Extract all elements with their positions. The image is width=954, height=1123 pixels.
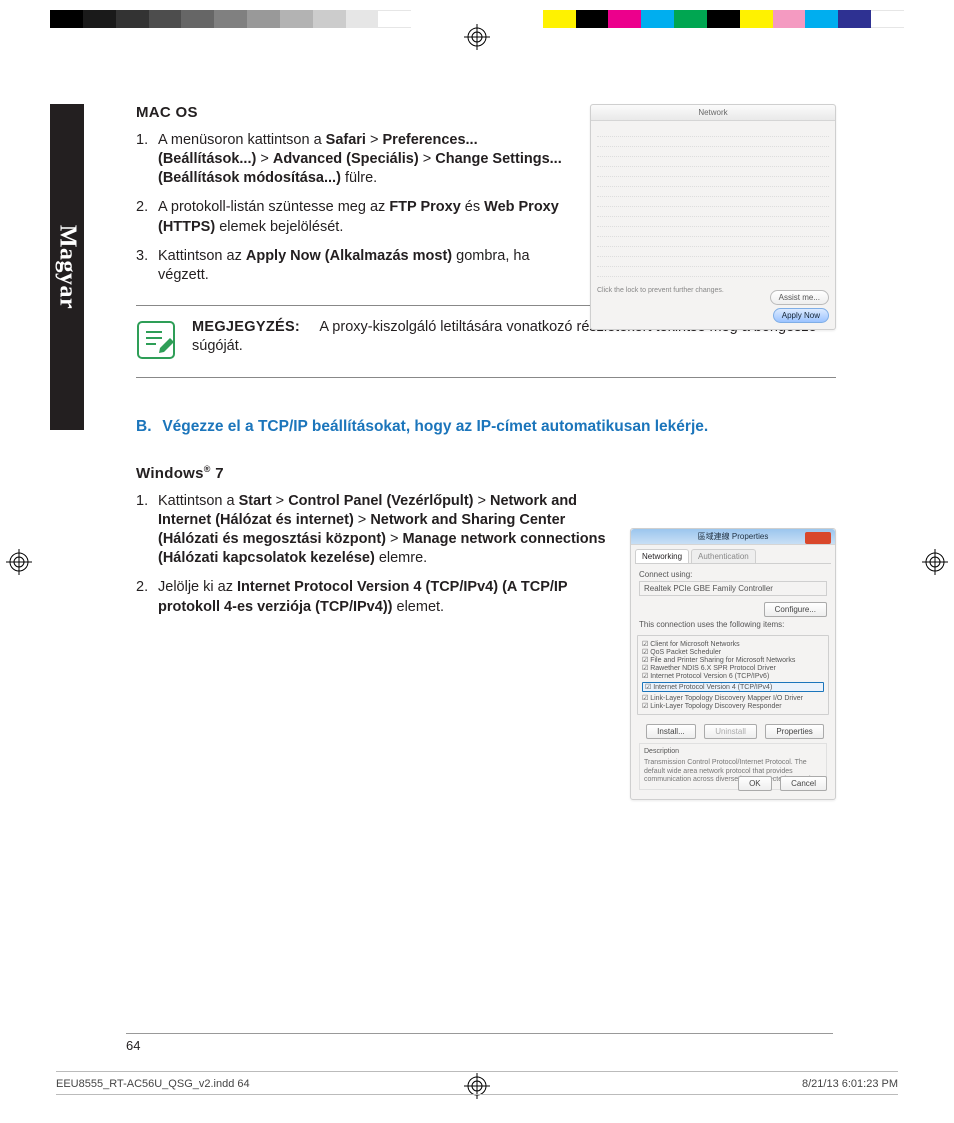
registration-mark-icon bbox=[6, 549, 32, 575]
section-b-text: Végezze el a TCP/IP beállításokat, hogy … bbox=[162, 418, 708, 435]
step-text: A protokoll-listán szüntesse meg az FTP … bbox=[158, 198, 566, 236]
registration-mark-icon bbox=[922, 549, 948, 575]
adapter-field: Realtek PCIe GBE Family Controller bbox=[639, 581, 827, 596]
connection-item[interactable]: ☑ Internet Protocol Version 6 (TCP/IPv6) bbox=[642, 672, 824, 680]
step-number: 1. bbox=[136, 131, 158, 188]
tab-authentication[interactable]: Authentication bbox=[691, 549, 756, 563]
slug-timestamp: 8/21/13 6:01:23 PM bbox=[802, 1072, 898, 1094]
connection-item[interactable]: ☑ Client for Microsoft Networks bbox=[642, 640, 824, 648]
lock-hint: Click the lock to prevent further change… bbox=[597, 287, 724, 294]
windows-heading: Windows® 7 bbox=[136, 464, 836, 482]
connection-item[interactable]: ☑ Link-Layer Topology Discovery Mapper I… bbox=[642, 694, 824, 702]
apply-now-button[interactable]: Apply Now bbox=[773, 308, 829, 323]
close-icon[interactable] bbox=[805, 532, 831, 544]
language-tab: Magyar bbox=[50, 104, 84, 430]
install-button[interactable]: Install... bbox=[646, 724, 696, 739]
language-tab-label: Magyar bbox=[54, 225, 81, 309]
page-number: 64 bbox=[126, 1038, 140, 1053]
uninstall-button[interactable]: Uninstall bbox=[704, 724, 757, 739]
page: Magyar MAC OS 1.A menüsoron kattintson a… bbox=[0, 0, 954, 1123]
step-item: 1.Kattintson a Start > Control Panel (Ve… bbox=[136, 492, 606, 569]
macos-steps: 1.A menüsoron kattintson a Safari > Pref… bbox=[136, 131, 566, 285]
windows-screenshot: 區域連線 Properties Networking Authenticatio… bbox=[630, 528, 836, 800]
section-b-letter: B. bbox=[136, 418, 158, 436]
slug-filename: EEU8555_RT-AC56U_QSG_v2.indd 64 bbox=[56, 1072, 250, 1094]
connection-items-list: ☑ Client for Microsoft Networks☑ QoS Pac… bbox=[637, 635, 829, 715]
connection-item[interactable]: ☑ Link-Layer Topology Discovery Responde… bbox=[642, 702, 824, 710]
note-label: MEGJEGYZÉS: bbox=[192, 319, 300, 335]
assist-button[interactable]: Assist me... bbox=[770, 290, 829, 305]
cancel-button[interactable]: Cancel bbox=[780, 776, 827, 791]
tab-networking[interactable]: Networking bbox=[635, 549, 689, 563]
step-text: A menüsoron kattintson a Safari > Prefer… bbox=[158, 131, 566, 188]
macos-window-title: Network bbox=[591, 105, 835, 121]
step-item: 2.Jelölje ki az Internet Protocol Versio… bbox=[136, 578, 606, 616]
configure-button[interactable]: Configure... bbox=[764, 602, 827, 617]
connection-item[interactable]: ☑ Rawether NDIS 6.X SPR Protocol Driver bbox=[642, 664, 824, 672]
registration-mark-icon bbox=[464, 24, 490, 50]
step-text: Kattintson az Apply Now (Alkalmazás most… bbox=[158, 247, 566, 285]
macos-screenshot: Network Click the lock to prevent furthe… bbox=[590, 104, 836, 330]
step-item: 3.Kattintson az Apply Now (Alkalmazás mo… bbox=[136, 247, 566, 285]
uses-following-label: This connection uses the following items… bbox=[639, 620, 827, 629]
step-item: 2.A protokoll-listán szüntesse meg az FT… bbox=[136, 198, 566, 236]
step-number: 1. bbox=[136, 492, 158, 569]
connect-using-label: Connect using: bbox=[639, 570, 827, 579]
windows-steps: 1.Kattintson a Start > Control Panel (Ve… bbox=[136, 492, 606, 617]
properties-button[interactable]: Properties bbox=[765, 724, 823, 739]
footer-rule bbox=[126, 1033, 833, 1034]
step-item: 1.A menüsoron kattintson a Safari > Pref… bbox=[136, 131, 566, 188]
note-icon bbox=[136, 318, 192, 365]
section-b-heading: B. Végezze el a TCP/IP beállításokat, ho… bbox=[136, 418, 836, 436]
step-text: Jelölje ki az Internet Protocol Version … bbox=[158, 578, 606, 616]
step-number: 2. bbox=[136, 198, 158, 236]
connection-item[interactable]: ☑ QoS Packet Scheduler bbox=[642, 648, 824, 656]
connection-item[interactable]: ☑ Internet Protocol Version 4 (TCP/IPv4) bbox=[642, 682, 824, 692]
step-number: 3. bbox=[136, 247, 158, 285]
step-number: 2. bbox=[136, 578, 158, 616]
connection-item[interactable]: ☑ File and Printer Sharing for Microsoft… bbox=[642, 656, 824, 664]
ok-button[interactable]: OK bbox=[738, 776, 772, 791]
imposition-slug: EEU8555_RT-AC56U_QSG_v2.indd 64 8/21/13 … bbox=[56, 1071, 898, 1095]
step-text: Kattintson a Start > Control Panel (Vezé… bbox=[158, 492, 606, 569]
